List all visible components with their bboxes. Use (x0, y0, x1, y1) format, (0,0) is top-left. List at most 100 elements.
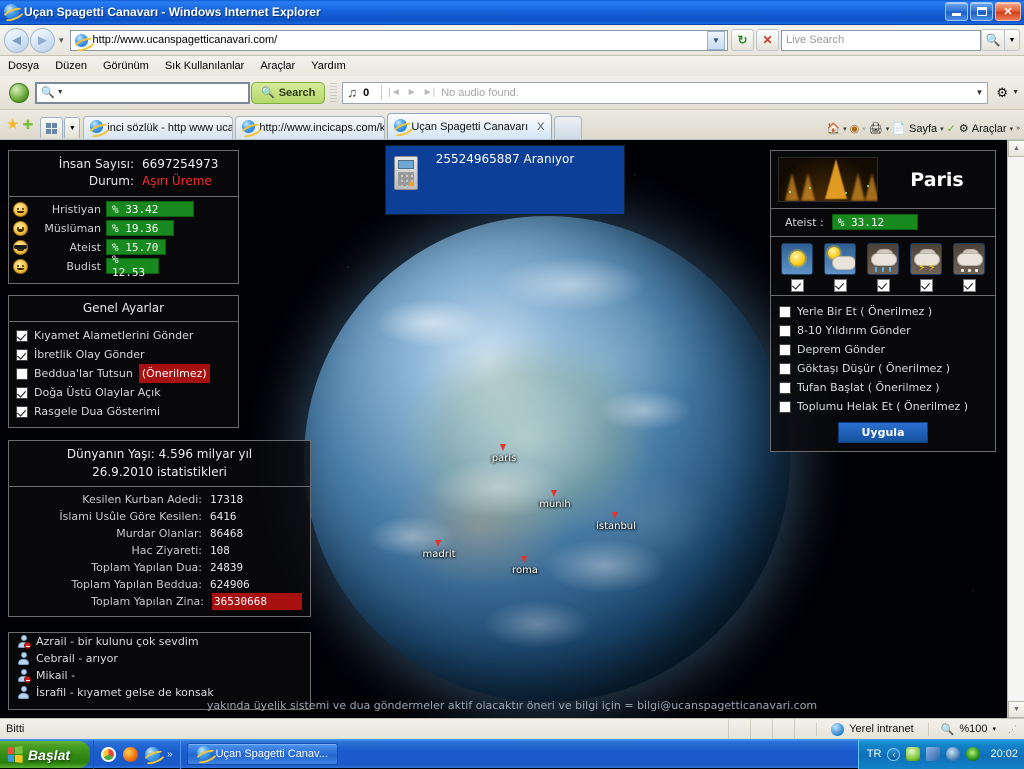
toolbar-overflow-icon[interactable]: » (1016, 125, 1020, 132)
safety-icon[interactable]: ✓ (947, 122, 956, 135)
city-action-row[interactable]: Tufan Başlat ( Önerilmez ) (779, 378, 995, 397)
scroll-up-arrow-icon[interactable]: ▲ (1008, 140, 1024, 157)
weather-option-rain[interactable] (866, 243, 900, 292)
scroll-down-arrow-icon[interactable]: ▼ (1008, 701, 1024, 718)
tab-0[interactable]: inci sözlük - http www ucans... (83, 116, 233, 139)
apply-button[interactable]: Uygula (838, 422, 927, 443)
quick-launch-overflow-icon[interactable]: » (167, 749, 173, 760)
menu-item-sik-kullanilanlar[interactable]: Sık Kullanılanlar (165, 60, 245, 72)
city-action-checkbox[interactable] (779, 382, 791, 394)
tray-expand-chevron-icon[interactable]: ‹ (887, 748, 900, 761)
feeds-icon[interactable]: ◉ (850, 122, 860, 135)
setting-checkbox[interactable] (16, 349, 28, 361)
setting-row[interactable]: Kıyamet Alametlerini Gönder (16, 326, 238, 345)
weather-option-partly-cloudy[interactable] (823, 243, 857, 292)
tools-menu-label[interactable]: Araçlar (972, 123, 1007, 135)
menu-item-gorunum[interactable]: Görünüm (103, 60, 149, 72)
toolbar-overflow-chevron-icon[interactable]: ▼ (1012, 89, 1019, 96)
setting-row[interactable]: Doğa Üstü Olaylar Açık (16, 383, 238, 402)
minimize-button[interactable] (945, 2, 968, 21)
page-menu-label[interactable]: Sayfa (909, 123, 937, 135)
weather-option-sunny[interactable] (780, 243, 814, 292)
menu-item-yardim[interactable]: Yardım (311, 60, 346, 72)
firefox-icon[interactable] (123, 747, 138, 762)
audio-dropdown-icon[interactable]: ▼ (975, 88, 983, 97)
add-favorite-icon[interactable]: ✚ (22, 117, 33, 133)
search-provider-chevron-icon[interactable]: ▼ (1005, 29, 1020, 51)
home-icon[interactable]: 🏠 (826, 122, 840, 135)
setting-checkbox[interactable] (16, 330, 28, 342)
start-button[interactable]: Başlat (0, 741, 90, 768)
page-chevron-icon[interactable]: ▾ (940, 125, 944, 133)
setting-checkbox[interactable] (16, 406, 28, 418)
angel-row[interactable]: Cebrail - arıyor (9, 650, 310, 667)
gear-icon[interactable]: ⚙ (996, 85, 1008, 101)
security-zone[interactable]: Yerel intranet (816, 723, 927, 736)
setting-row[interactable]: Rasgele Dua Gösterimi (16, 402, 238, 421)
tab-list-chevron-icon[interactable]: ▼ (64, 117, 80, 138)
maximize-button[interactable] (970, 2, 993, 21)
menu-item-duzen[interactable]: Düzen (55, 60, 87, 72)
angel-row[interactable]: Azrail - bir kulunu çok sevdim (9, 633, 310, 650)
angel-row[interactable]: Mikail - (9, 667, 310, 684)
tab-2-active[interactable]: Uçan Spagetti Canavarı X (387, 113, 551, 139)
menu-item-araclar[interactable]: Araçlar (260, 60, 295, 72)
city-action-checkbox[interactable] (779, 344, 791, 356)
print-icon[interactable]: 🖨 (869, 122, 883, 135)
network-icon[interactable] (926, 747, 940, 761)
city-action-row[interactable]: Yerle Bir Et ( Önerilmez ) (779, 302, 995, 321)
recent-pages-chevron-icon[interactable]: ▾ (59, 35, 64, 46)
weather-checkbox[interactable] (791, 279, 804, 292)
volume-icon[interactable] (946, 747, 960, 761)
url-bar[interactable]: http://www.ucanspagetticanavari.com/ ▼ (70, 30, 728, 51)
weather-option-snow[interactable] (952, 243, 986, 292)
clock[interactable]: 20:02 (990, 748, 1018, 760)
chrome-icon[interactable] (101, 747, 116, 762)
print-chevron-icon[interactable]: ▾ (886, 125, 890, 133)
setting-checkbox[interactable] (16, 387, 28, 399)
toolbar-search-input[interactable]: 🔍 ▼ (35, 82, 250, 104)
url-dropdown-icon[interactable]: ▼ (707, 31, 725, 50)
resize-grip-icon[interactable]: ⋰ (1008, 724, 1022, 735)
weather-checkbox[interactable] (877, 279, 890, 292)
city-action-row[interactable]: Deprem Gönder (779, 340, 995, 359)
city-action-row[interactable]: Göktaşı Düşür ( Önerilmez ) (779, 359, 995, 378)
refresh-button[interactable]: ↻ (731, 29, 754, 51)
menu-item-dosya[interactable]: Dosya (8, 60, 39, 72)
stop-button[interactable]: ✕ (756, 29, 779, 51)
search-chevron-icon[interactable]: ▼ (57, 89, 64, 96)
weather-checkbox[interactable] (963, 279, 976, 292)
favorites-star-icon[interactable]: ★ (6, 115, 19, 133)
zoom-chevron-icon[interactable]: ▾ (992, 725, 996, 733)
city-action-checkbox[interactable] (779, 363, 791, 375)
search-go-button[interactable]: 🔍 (981, 29, 1005, 51)
play-icon[interactable]: ► (407, 87, 417, 98)
tab-1[interactable]: http://www.incicaps.com/k/k... (235, 116, 385, 139)
shield-icon[interactable] (906, 747, 920, 761)
weather-option-thunderstorm[interactable]: ⚡⚡ (909, 243, 943, 292)
close-tab-icon[interactable]: X (537, 121, 544, 133)
close-button[interactable]: ✕ (995, 2, 1021, 21)
toolbar-grip[interactable] (330, 83, 337, 103)
page-scrollbar[interactable]: ▲ ▼ (1007, 140, 1024, 718)
live-search-input[interactable]: Live Search (781, 30, 981, 51)
tray-language-indicator[interactable]: TR (867, 748, 882, 760)
setting-checkbox[interactable] (16, 368, 28, 380)
new-tab-button[interactable] (554, 116, 582, 139)
weather-checkbox[interactable] (834, 279, 847, 292)
zoom-control[interactable]: 🔍 %100 ▾ (928, 723, 1008, 736)
back-button[interactable]: ◄ (4, 28, 29, 53)
city-action-checkbox[interactable] (779, 401, 791, 413)
setting-row[interactable]: Beddua'lar Tutsun (Önerilmez) (16, 364, 238, 383)
setting-row[interactable]: İbretlik Olay Gönder (16, 345, 238, 364)
ie-icon[interactable] (145, 747, 160, 762)
antivirus-icon[interactable] (966, 747, 980, 761)
city-action-row[interactable]: Toplumu Helak Et ( Önerilmez ) (779, 397, 995, 416)
prev-track-icon[interactable]: |◄ (388, 87, 401, 98)
next-track-icon[interactable]: ►| (423, 87, 436, 98)
city-action-row[interactable]: 8-10 Yıldırım Gönder (779, 321, 995, 340)
toolbar-search-button[interactable]: 🔍 Search (251, 82, 325, 104)
city-action-checkbox[interactable] (779, 325, 791, 337)
taskbar-task-button[interactable]: Uçan Spagetti Canav... (187, 743, 338, 765)
feeds-chevron-icon[interactable]: ▾ (862, 125, 866, 133)
